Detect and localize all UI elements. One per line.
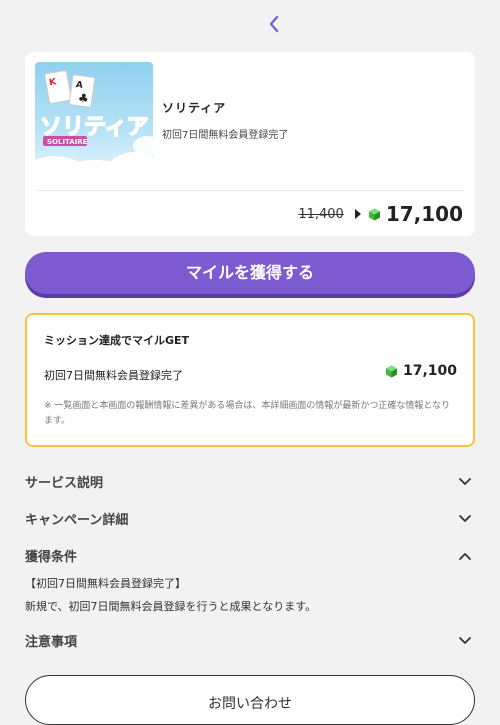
accordion-campaign-label: キャンペーン詳細 xyxy=(25,513,129,528)
contact-button[interactable]: お問い合わせ xyxy=(25,675,475,725)
svg-text:SOLITAIRE: SOLITAIRE xyxy=(47,138,88,146)
back-button[interactable] xyxy=(262,12,286,36)
mission-title: ミッション達成でマイルGET xyxy=(44,334,190,347)
arrow-right-icon xyxy=(354,208,362,220)
offer-title: ソリティア xyxy=(162,101,227,115)
chevron-down-icon xyxy=(457,511,473,527)
old-price: 11,400 xyxy=(298,206,344,222)
get-miles-button[interactable]: マイルを獲得する xyxy=(25,252,475,294)
accordion-campaign[interactable]: キャンペーン詳細 xyxy=(25,507,475,529)
divider xyxy=(37,190,463,191)
offer-subtitle: 初回7日間無料会員登録完了 xyxy=(162,130,289,141)
chevron-left-icon xyxy=(269,15,279,33)
offer-thumbnail[interactable]: K A ♣ ソリティア SOLITAIRE xyxy=(35,62,153,180)
mission-points-value: 17,100 xyxy=(402,363,457,379)
accordion-service-label: サービス説明 xyxy=(25,476,104,491)
mission-points: 17,100 xyxy=(385,363,457,379)
accordion-notes[interactable]: 注意事項 xyxy=(25,629,475,651)
accordion-notes-label: 注意事項 xyxy=(25,635,78,650)
green-gem-icon xyxy=(385,365,398,378)
mission-note: ※ 一覧画面と本画面の報酬情報に差異がある場合は、本詳細画面の情報が最新かつ正確… xyxy=(44,401,451,426)
get-miles-label: マイルを獲得する xyxy=(185,263,314,282)
svg-text:A: A xyxy=(75,80,83,91)
mission-box: ミッション達成でマイルGET 初回7日間無料会員登録完了 17,100 ※ 一覧… xyxy=(25,313,475,447)
contact-label: お問い合わせ xyxy=(208,696,292,712)
accordion-conditions[interactable]: 獲得条件 xyxy=(25,544,475,566)
chevron-down-icon xyxy=(457,474,473,490)
green-gem-icon xyxy=(368,208,381,221)
conditions-text: 新規で、初回7日間無料会員登録を行うと成果となります。 xyxy=(25,600,317,613)
conditions-heading: 【初回7日間無料会員登録完了】 xyxy=(25,577,186,590)
solitaire-logo: K A ♣ ソリティア SOLITAIRE xyxy=(35,70,153,180)
svg-text:♣: ♣ xyxy=(77,91,90,106)
mission-item: 初回7日間無料会員登録完了 xyxy=(44,369,183,382)
new-price: 17,100 xyxy=(385,202,463,226)
chevron-up-icon xyxy=(457,548,473,564)
accordion-conditions-label: 獲得条件 xyxy=(25,550,78,565)
accordion-service[interactable]: サービス説明 xyxy=(25,470,475,492)
chevron-down-icon xyxy=(457,633,473,649)
price-row: 11,400 17,100 xyxy=(298,200,463,228)
offer-card: K A ♣ ソリティア SOLITAIRE ソリティア 初回7日間無料会員登録完… xyxy=(25,52,475,236)
